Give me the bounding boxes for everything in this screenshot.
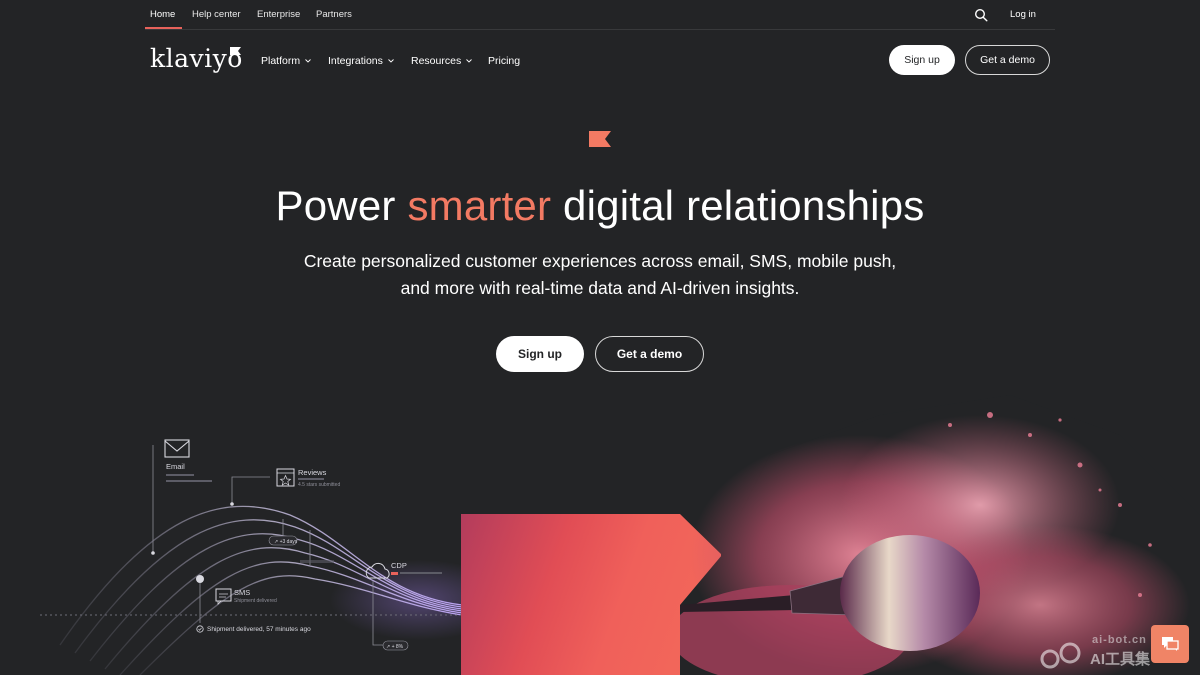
chevron-down-icon [305,59,311,63]
nav-integrations[interactable]: Integrations [328,55,394,67]
nav-pricing[interactable]: Pricing [488,55,520,67]
nav-resources[interactable]: Resources [411,55,473,67]
cdp-status-dot [391,572,398,575]
utility-bar: Home Help center Enterprise Partners Log… [145,0,1055,30]
nav-demo-button[interactable]: Get a demo [965,45,1050,75]
sms-node [196,575,204,583]
hero-signup-button[interactable]: Sign up [496,336,584,372]
cdp-label: CDP [391,561,407,570]
reviews-connector [231,476,270,504]
email-meta-line [166,480,212,482]
shipment-status-text: Shipment delivered, 57 minutes ago [207,626,311,633]
email-label: Email [166,462,185,471]
login-link[interactable]: Log in [1010,9,1036,20]
sms-label: SMS [234,588,250,597]
logo-flag-icon [230,47,241,55]
percent-badge-text: ↗ + 8% [386,644,404,650]
hero-title-start: Power [275,182,408,229]
hero-subtitle: Create personalized customer experiences… [303,251,897,298]
brand-flag-icon [589,131,611,147]
email-node [151,551,155,555]
brush-bristles [840,535,980,651]
reviews-detail: 4.5 stars submitted [298,482,340,488]
reviews-meta-line [298,478,324,480]
reviews-label: Reviews [298,468,327,477]
active-tab-indicator [145,27,182,29]
sms-detail: Shipment delivered [234,598,277,604]
klaviyo-logo[interactable]: klaviyo [150,44,242,76]
star-review-icon [276,468,295,487]
reviews-node [230,502,234,506]
nav-resources-label: Resources [411,55,462,67]
nav-signup-button[interactable]: Sign up [889,45,955,75]
cdp-meta-line [400,572,442,574]
nav-platform[interactable]: Platform [261,55,311,67]
makeup-brush-image [680,395,1200,675]
chat-button[interactable] [1151,625,1189,663]
shipment-check-icon [196,625,204,633]
hero-title-accent: smarter [407,182,552,229]
util-link-help-center[interactable]: Help center [192,9,241,20]
nav-integrations-label: Integrations [328,55,383,67]
nav-pricing-label: Pricing [488,55,521,67]
util-link-partners[interactable]: Partners [316,9,352,20]
chevron-down-icon [466,59,473,63]
util-link-home[interactable]: Home [150,9,175,20]
util-link-enterprise[interactable]: Enterprise [257,9,300,20]
email-meta-line [166,474,194,476]
logo-wordmark: klaviyo [150,44,243,73]
hero-title: Power smarter digital relationships [0,180,1200,232]
chat-bubble-icon [1162,637,1179,651]
nav-platform-label: Platform [261,55,301,67]
chevron-down-icon [388,59,394,63]
mid-meta-line [300,560,334,563]
hero-title-end: digital relationships [551,182,925,229]
days-badge-text: ↗ +3 days [274,539,298,545]
hero-demo-button[interactable]: Get a demo [595,336,704,372]
email-icon [164,439,190,458]
search-icon[interactable] [974,8,988,22]
